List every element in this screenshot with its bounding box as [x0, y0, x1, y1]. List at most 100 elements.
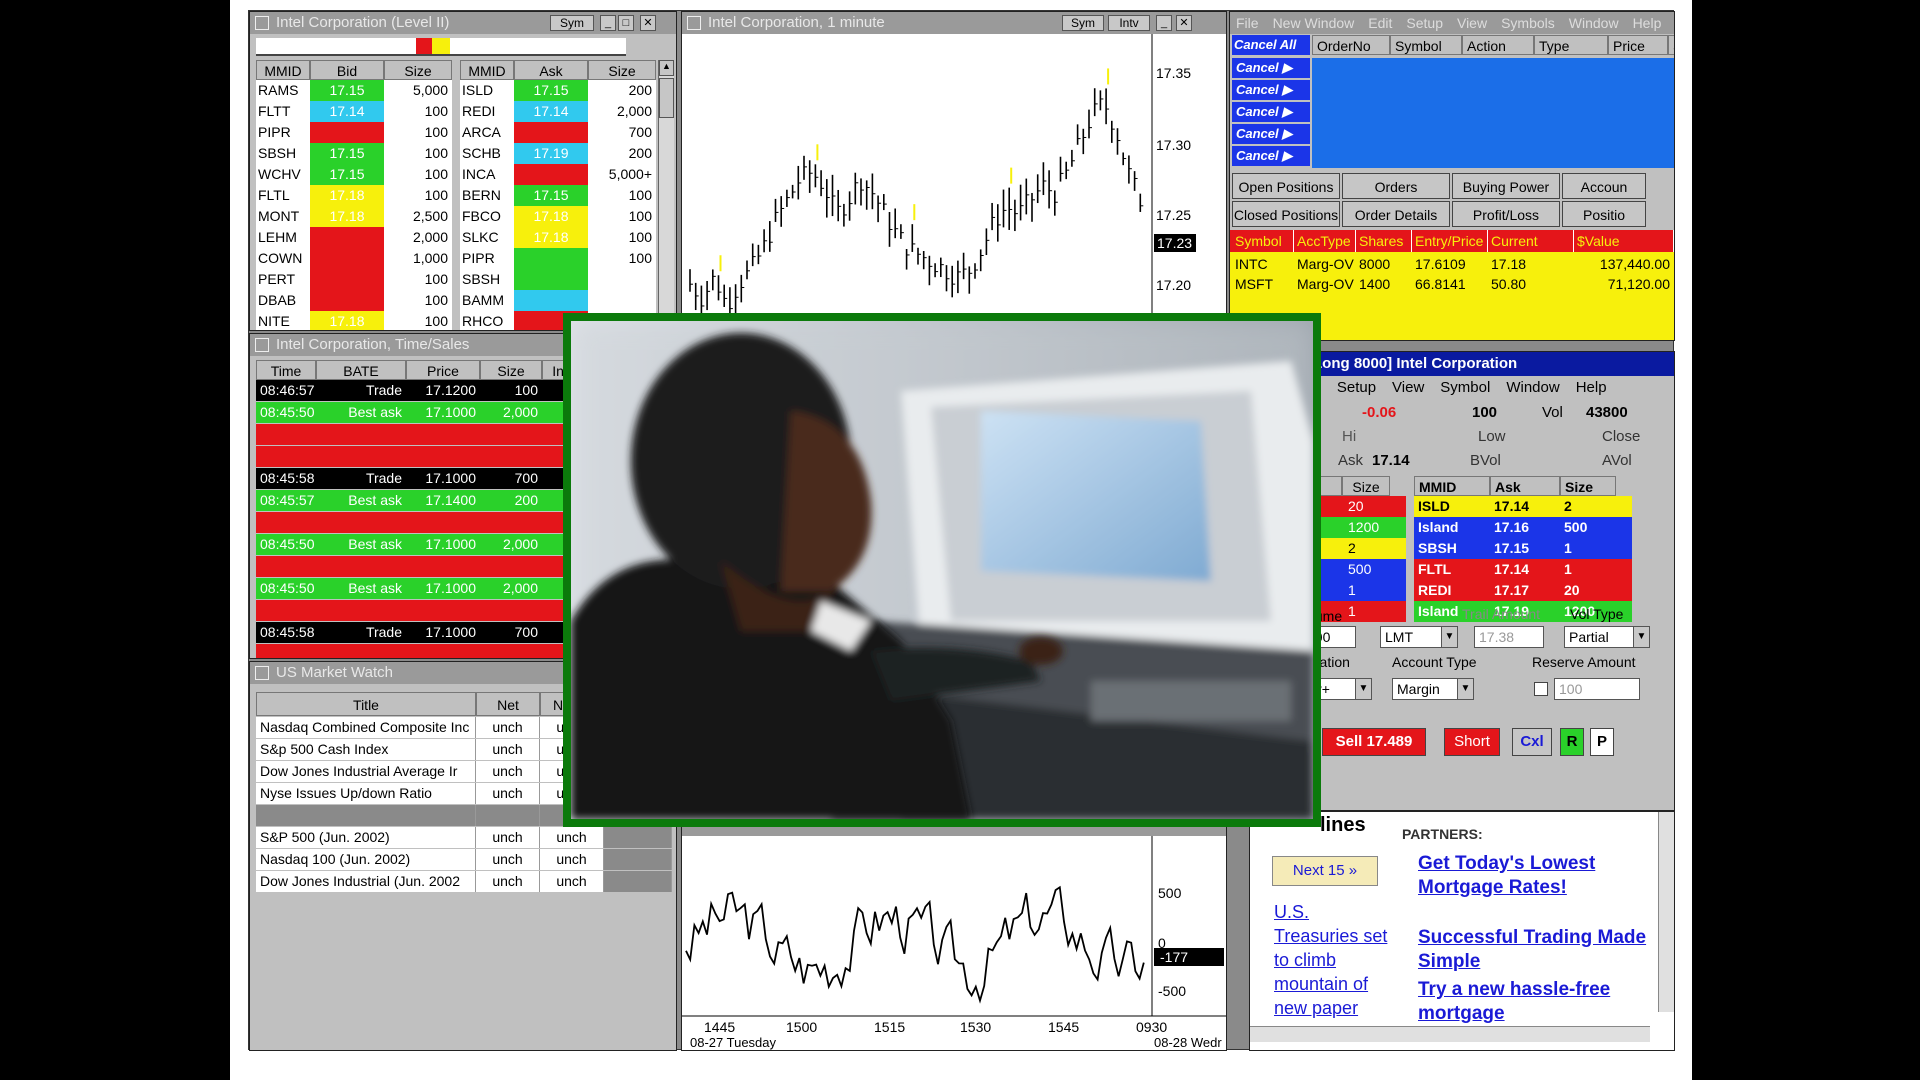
news-scrollbar[interactable]: [1658, 812, 1674, 1012]
table-row[interactable]: Island 17.16 500: [1414, 517, 1632, 538]
cancel-all-button[interactable]: Cancel All: [1232, 35, 1310, 55]
tab-button[interactable]: Profit/Loss: [1452, 201, 1560, 227]
column-header[interactable]: BATE: [316, 360, 406, 380]
short-button[interactable]: Short: [1444, 728, 1500, 756]
next-15-button[interactable]: Next 15 »: [1272, 856, 1378, 886]
menu-item[interactable]: Help: [1576, 379, 1607, 396]
partner-link[interactable]: Get Today's Lowest Mortgage Rates!: [1418, 852, 1648, 900]
cancel-order-button[interactable]: Cancel ▶: [1232, 102, 1310, 122]
table-row[interactable]: Dow Jones Industrial (Jun. 2002 unch unch: [256, 871, 672, 892]
column-header[interactable]: Current Price: [1488, 230, 1574, 271]
table-row[interactable]: INCA 5,000+: [460, 164, 656, 185]
reserve-amount-input[interactable]: 100: [1554, 678, 1640, 700]
tab-button[interactable]: Closed Positions: [1232, 201, 1340, 227]
cancel-order-button[interactable]: Cancel ▶: [1232, 58, 1310, 78]
column-header[interactable]: Symbol: [1232, 230, 1294, 252]
column-header[interactable]: Size: [1342, 476, 1390, 496]
menu-item[interactable]: File: [1236, 15, 1259, 31]
sell-button[interactable]: Sell 17.489: [1322, 728, 1426, 756]
level2-titlebar[interactable]: Intel Corporation (Level II) Sym _ □ ✕: [250, 12, 676, 34]
table-row[interactable]: FLTT 17.14 100: [256, 101, 452, 122]
column-header[interactable]: OrderNo: [1312, 35, 1390, 55]
close-icon[interactable]: ✕: [1176, 15, 1192, 31]
tab-button[interactable]: Open Positions: [1232, 173, 1340, 199]
table-row[interactable]: NITE 17.18 100: [256, 311, 452, 330]
maximize-button[interactable]: □: [618, 15, 634, 31]
table-row[interactable]: PIPR 100: [460, 248, 656, 269]
column-header[interactable]: Price: [1608, 35, 1668, 55]
table-row[interactable]: SBSH 17.15 1: [1414, 538, 1632, 559]
column-header[interactable]: Ask: [514, 60, 588, 80]
trail-amount-input[interactable]: 17.38: [1474, 626, 1544, 648]
table-row[interactable]: REDI 17.14 2,000: [460, 101, 656, 122]
column-header[interactable]: Type: [1534, 35, 1608, 55]
news-hscrollbar[interactable]: [1250, 1026, 1650, 1042]
table-row[interactable]: MONT 17.18 2,500: [256, 206, 452, 227]
column-header[interactable]: Size: [384, 60, 452, 80]
tab-button[interactable]: Positio: [1562, 201, 1646, 227]
table-row[interactable]: DBAB 100: [256, 290, 452, 311]
table-row[interactable]: FLTL 17.18 100: [256, 185, 452, 206]
table-row[interactable]: ISLD 17.15 200: [460, 80, 656, 101]
table-row[interactable]: REDI 17.17 20: [1414, 580, 1632, 601]
table-row[interactable]: FBCO 17.18 100: [460, 206, 656, 227]
column-header[interactable]: MMID: [256, 60, 310, 80]
table-row[interactable]: WCHV 17.15 100: [256, 164, 452, 185]
tab-button[interactable]: Accoun: [1562, 173, 1646, 199]
table-row[interactable]: BAMM: [460, 290, 656, 311]
column-header[interactable]: S: [1668, 35, 1674, 55]
cancel-order-button[interactable]: Cxl: [1512, 728, 1552, 756]
p-button[interactable]: P: [1590, 728, 1614, 756]
table-row[interactable]: SBSH: [460, 269, 656, 290]
table-row[interactable]: Nasdaq 100 (Jun. 2002) unch unch: [256, 849, 672, 870]
menu-item[interactable]: Window: [1506, 379, 1559, 396]
menu-item[interactable]: Help: [1633, 15, 1662, 31]
menu-item[interactable]: Window: [1569, 15, 1619, 31]
news-story-link[interactable]: U.S. Treasuries set to climb mountain of…: [1274, 900, 1394, 1020]
cancel-order-button[interactable]: Cancel ▶: [1232, 80, 1310, 100]
reserve-checkbox[interactable]: [1534, 682, 1548, 696]
tab-button[interactable]: Buying Power: [1452, 173, 1560, 199]
column-header[interactable]: Size: [1560, 476, 1616, 496]
table-row[interactable]: SLKC 17.18 100: [460, 227, 656, 248]
column-header[interactable]: Bid: [310, 60, 384, 80]
intv-checkbox[interactable]: Intv: [1108, 15, 1150, 31]
partner-link[interactable]: Successful Trading Made Simple: [1418, 926, 1648, 974]
chart-titlebar[interactable]: Intel Corporation, 1 minute Sym Intv _ ✕: [682, 12, 1226, 34]
sym-checkbox[interactable]: Sym: [1062, 15, 1104, 31]
partner-link[interactable]: Try a new hassle-free mortgage: [1418, 978, 1648, 1026]
table-row[interactable]: SBSH 17.15 100: [256, 143, 452, 164]
menu-item[interactable]: View: [1392, 379, 1424, 396]
table-row[interactable]: SCHB 17.19 200: [460, 143, 656, 164]
minimize-button[interactable]: _: [600, 15, 616, 31]
order-type-select[interactable]: LMT ▼: [1380, 626, 1458, 648]
menu-item[interactable]: Edit: [1368, 15, 1392, 31]
table-row[interactable]: RAMS 17.15 5,000: [256, 80, 452, 101]
sym-checkbox[interactable]: Sym: [550, 15, 594, 31]
table-row[interactable]: BERN 17.15 100: [460, 185, 656, 206]
menu-item[interactable]: Setup: [1406, 15, 1443, 31]
cancel-order-button[interactable]: Cancel ▶: [1232, 124, 1310, 144]
column-header[interactable]: Net: [476, 692, 540, 716]
table-row[interactable]: LEHM 2,000: [256, 227, 452, 248]
vol-type-select[interactable]: Partial ▼: [1564, 626, 1650, 648]
column-header[interactable]: Size: [588, 60, 656, 80]
column-header[interactable]: Size: [480, 360, 542, 380]
table-row[interactable]: COWN 1,000: [256, 248, 452, 269]
close-icon[interactable]: ✕: [640, 15, 656, 31]
tab-button[interactable]: Orders: [1342, 173, 1450, 199]
column-header[interactable]: Price: [406, 360, 480, 380]
table-row[interactable]: FLTL 17.14 1: [1414, 559, 1632, 580]
tab-button[interactable]: Order Details: [1342, 201, 1450, 227]
menu-item[interactable]: Symbol: [1440, 379, 1490, 396]
account-type-select[interactable]: Margin ▼: [1392, 678, 1474, 700]
column-header[interactable]: Title: [256, 692, 476, 716]
column-header[interactable]: Entry/Price: [1412, 230, 1488, 252]
menu-item[interactable]: Setup: [1337, 379, 1376, 396]
cancel-order-button[interactable]: Cancel ▶: [1232, 146, 1310, 166]
menu-item[interactable]: View: [1457, 15, 1487, 31]
level2-scrollbar[interactable]: ▲: [658, 60, 674, 330]
r-button[interactable]: R: [1560, 728, 1584, 756]
table-row[interactable]: PIPR 100: [256, 122, 452, 143]
column-header[interactable]: Action: [1462, 35, 1534, 55]
